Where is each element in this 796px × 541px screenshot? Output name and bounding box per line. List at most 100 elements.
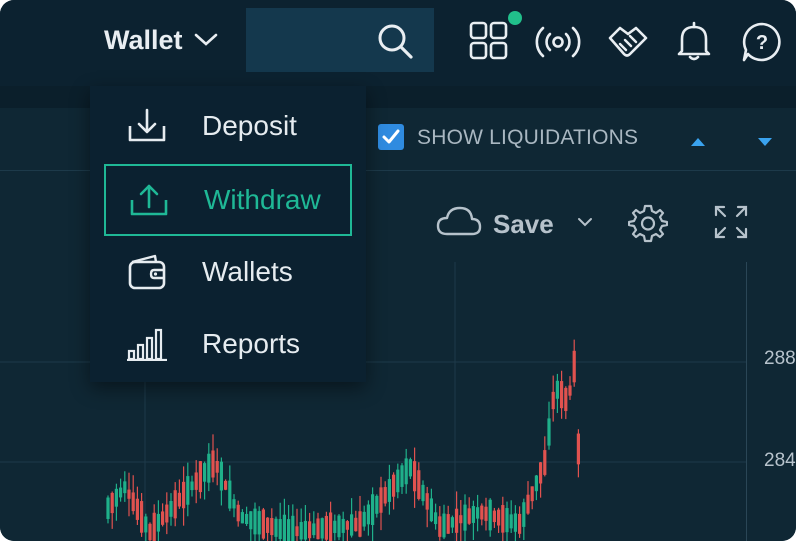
price-axis-label: 288 [764, 348, 796, 369]
candle [463, 494, 467, 541]
gear-icon[interactable] [627, 203, 669, 248]
candle [308, 512, 312, 541]
candle [299, 508, 303, 541]
candle [211, 434, 215, 483]
candle [413, 447, 417, 508]
caret-up-icon[interactable] [690, 134, 706, 152]
candle [543, 436, 547, 477]
download-tray-icon [118, 108, 176, 144]
candle [219, 457, 223, 506]
candle [345, 520, 349, 541]
candle [488, 498, 492, 537]
candle [173, 482, 177, 527]
candle [476, 494, 480, 532]
price-axis-label: 284 [764, 450, 796, 471]
candle [534, 474, 538, 501]
candle [350, 498, 354, 538]
candle [291, 504, 295, 541]
show-liquidations-label: SHOW LIQUIDATIONS [417, 126, 639, 149]
candle [518, 506, 522, 538]
candle [106, 495, 110, 524]
candle [526, 481, 530, 515]
candle [224, 479, 228, 491]
candle [274, 516, 278, 541]
menu-item-deposit[interactable]: Deposit [104, 90, 352, 162]
save-button[interactable]: Save [435, 204, 554, 244]
candle [354, 510, 358, 532]
candle [387, 464, 391, 515]
candle [467, 497, 471, 525]
candle [522, 498, 526, 540]
wallet-icon [118, 253, 176, 291]
candle [240, 509, 244, 524]
candle [505, 501, 509, 541]
menu-item-label: Wallets [202, 256, 293, 287]
candle [438, 506, 442, 541]
top-nav-bar: Wallet ? [0, 0, 796, 86]
menu-item-label: Deposit [202, 110, 297, 141]
candle [497, 507, 501, 533]
search-icon[interactable] [376, 22, 414, 65]
candle [270, 508, 274, 541]
candle [215, 448, 219, 486]
candle [371, 487, 375, 541]
help-icon[interactable]: ? [740, 20, 784, 69]
candle [161, 503, 165, 527]
candle [547, 401, 551, 450]
candle [434, 503, 438, 530]
menu-item-reports[interactable]: Reports [104, 308, 352, 380]
candle [539, 462, 543, 498]
candle [513, 505, 517, 541]
candle [408, 457, 412, 479]
broadcast-icon[interactable] [531, 22, 585, 67]
candle [194, 460, 198, 504]
candle [337, 514, 341, 541]
candle [253, 502, 257, 541]
candle [119, 478, 123, 502]
candle [383, 481, 387, 507]
handshake-icon[interactable] [606, 20, 650, 67]
candle [404, 448, 408, 494]
menu-item-wallets[interactable]: Wallets [104, 236, 352, 308]
candle [530, 486, 534, 510]
candle [551, 375, 555, 422]
candle [257, 506, 261, 541]
search-box[interactable] [246, 8, 434, 72]
candle [182, 466, 186, 526]
app-window: Wallet ? SHOW LIQUIDATIONS Save 288 284 … [0, 0, 796, 541]
candle [312, 511, 316, 539]
candle [324, 511, 328, 541]
menu-item-label: Reports [202, 328, 301, 359]
candle [358, 495, 362, 538]
candle [555, 373, 559, 413]
candle [114, 483, 118, 521]
candle [379, 476, 383, 531]
bell-icon[interactable] [674, 20, 714, 67]
candle [572, 339, 576, 387]
candle [429, 488, 433, 523]
svg-text:?: ? [756, 32, 768, 54]
candle [236, 500, 240, 527]
wallet-menu-label: Wallet [104, 24, 183, 55]
candle [207, 443, 211, 492]
fullscreen-icon[interactable] [714, 205, 748, 244]
candle [471, 500, 475, 541]
candle [366, 500, 370, 536]
candle [198, 460, 202, 499]
candle [278, 502, 282, 541]
apps-grid-icon[interactable] [468, 20, 510, 67]
menu-item-withdraw[interactable]: Withdraw [104, 164, 352, 236]
candle [480, 503, 484, 526]
candle [341, 511, 345, 541]
candle [169, 493, 173, 526]
candle [127, 472, 131, 517]
price-axis [746, 262, 796, 541]
candle [232, 494, 236, 518]
save-options-chevron-icon[interactable] [577, 214, 593, 232]
wallet-menu-button[interactable]: Wallet [104, 22, 219, 58]
candle [450, 515, 454, 534]
candle [396, 463, 400, 499]
caret-down-icon[interactable] [757, 134, 773, 152]
candle [261, 507, 265, 540]
show-liquidations-checkbox[interactable] [378, 124, 404, 150]
